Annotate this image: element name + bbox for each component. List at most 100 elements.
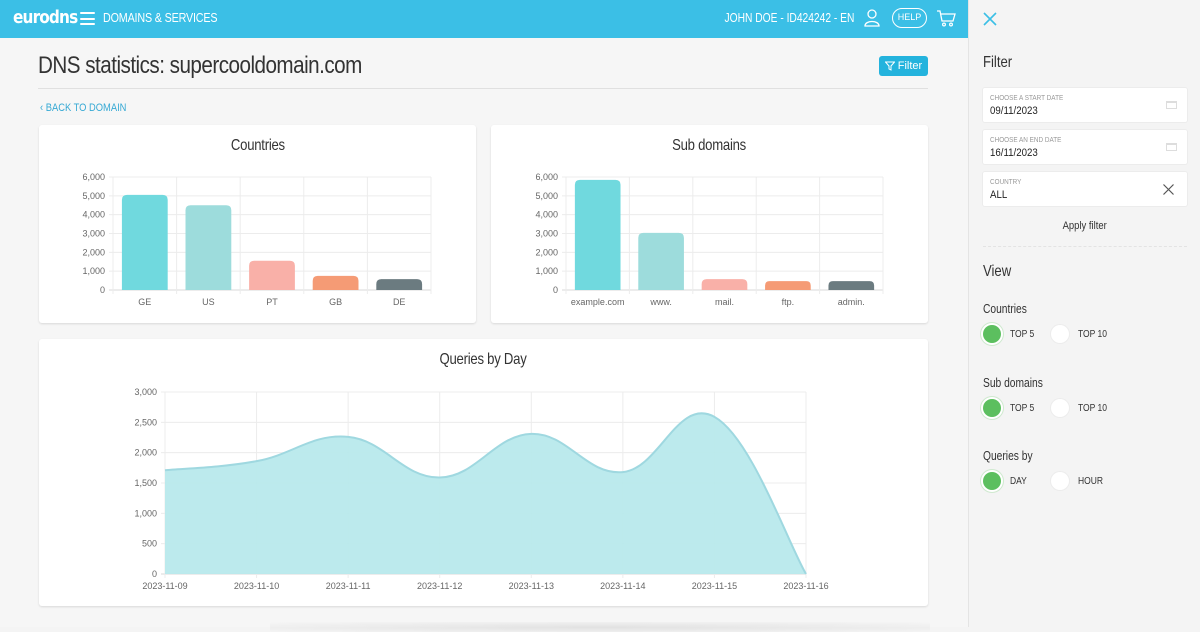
bar: [765, 281, 811, 290]
y-tick-label: 5,000: [82, 191, 105, 201]
start-date-value: 09/11/2023: [990, 105, 1038, 117]
end-date-field[interactable]: CHOOSE AN END DATE 16/11/2023: [983, 130, 1187, 164]
subdomains-bar-chart: 6,000 5,000 4,000 3,000 2,000 1,000 0 example.c…: [491, 125, 928, 323]
y-tick-label: 0: [100, 285, 105, 295]
x-tick-label: 2023-11-09: [142, 581, 187, 591]
y-tick-label: 1,000: [535, 266, 558, 276]
chevron-left-icon: ‹: [40, 102, 43, 114]
filter-heading: Filter: [983, 54, 1012, 72]
country-value: ALL: [990, 189, 1007, 201]
hamburger-icon[interactable]: [80, 12, 95, 25]
filter-side-panel: Filter CHOOSE A START DATE 09/11/2023 CH…: [968, 0, 1200, 627]
close-icon[interactable]: [983, 12, 997, 26]
y-tick-label: 2,000: [535, 247, 558, 257]
y-tick-label: 1,000: [134, 508, 157, 518]
subdomains-group-label: Sub domains: [983, 376, 1043, 390]
countries-chart-card: Countries 6,0005,0004,0003,0002,0001,000…: [39, 125, 476, 323]
x-tick-label: 2023-11-13: [509, 581, 554, 591]
country-select[interactable]: COUNTRY ALL: [983, 172, 1187, 206]
y-tick-label: 2,000: [82, 247, 105, 257]
queries-area-chart: 3,000 2,500 2,000 1,500 1,000 500 0 2023-11-09 2…: [39, 339, 928, 606]
y-tick-label: 6,000: [82, 172, 105, 182]
x-tick-label: ftp.: [782, 297, 795, 307]
x-tick-label: 2023-11-10: [234, 581, 279, 591]
help-button[interactable]: HELP: [892, 8, 927, 28]
bar: [575, 180, 621, 290]
bar: [122, 195, 168, 290]
subdomains-top10-radio[interactable]: TOP 10: [1051, 399, 1112, 417]
queries-hour-radio[interactable]: HOUR: [1051, 472, 1107, 490]
calendar-icon[interactable]: [1166, 143, 1177, 151]
x-tick-label: admin.: [838, 297, 865, 307]
filter-button-label: Filter: [898, 60, 922, 72]
y-tick-label: 3,000: [134, 387, 157, 397]
y-tick-label: 0: [152, 569, 157, 579]
country-label: COUNTRY: [990, 177, 1021, 186]
page-title: DNS statistics: supercooldomain.com: [38, 52, 362, 80]
panel-divider: [983, 246, 1187, 247]
y-tick-label: 3,000: [82, 229, 105, 239]
x-tick-label: US: [202, 297, 215, 307]
user-icon[interactable]: [864, 9, 880, 27]
countries-group-label: Countries: [983, 302, 1027, 316]
top-bar: eurodns DOMAINS & SERVICES JOHN DOE - ID…: [0, 0, 968, 38]
cart-icon[interactable]: [936, 9, 956, 27]
end-date-value: 16/11/2023: [990, 147, 1038, 159]
end-date-label: CHOOSE AN END DATE: [990, 135, 1061, 144]
subdomains-chart-card: Sub domains 6,0005,0004,0003,0002,0001,0…: [491, 125, 928, 323]
view-heading: View: [983, 263, 1011, 281]
bar: [376, 279, 422, 290]
y-tick-label: 1,000: [82, 266, 105, 276]
bar: [702, 279, 748, 290]
bar: [638, 233, 684, 290]
back-link-label: BACK TO DOMAIN: [46, 102, 127, 114]
calendar-icon[interactable]: [1166, 101, 1177, 109]
y-tick-label: 4,000: [535, 210, 558, 220]
bar: [828, 281, 874, 290]
start-date-field[interactable]: CHOOSE A START DATE 09/11/2023: [983, 88, 1187, 122]
countries-bar-chart: 6,000 5,000 4,000 3,000 2,000 1,000 0 GE US PT GB D…: [39, 125, 476, 323]
x-tick-label: 2023-11-11: [326, 581, 371, 591]
bar: [186, 205, 232, 290]
y-tick-label: 2,500: [134, 417, 157, 427]
x-tick-label: www.: [649, 297, 672, 307]
bar: [313, 276, 359, 290]
start-date-label: CHOOSE A START DATE: [990, 93, 1063, 102]
queries-chart-card: Queries by Day 3,0002,5002,0001,5001,000…: [39, 339, 928, 606]
y-tick-label: 1,500: [134, 478, 157, 488]
x-tick-label: 2023-11-15: [692, 581, 737, 591]
x-tick-label: GE: [138, 297, 151, 307]
x-tick-label: mail.: [715, 297, 734, 307]
y-tick-label: 3,000: [535, 229, 558, 239]
apply-filter-link[interactable]: Apply filter: [969, 220, 1200, 232]
filter-icon: [885, 61, 895, 71]
clear-icon[interactable]: [1163, 184, 1174, 195]
x-tick-label: example.com: [571, 297, 625, 307]
x-tick-label: GB: [329, 297, 342, 307]
bar: [249, 261, 295, 290]
countries-top10-radio[interactable]: TOP 10: [1051, 325, 1112, 343]
user-account-label[interactable]: JOHN DOE - ID424242 - EN: [724, 11, 854, 25]
x-tick-label: 2023-11-12: [417, 581, 462, 591]
y-tick-label: 500: [142, 539, 157, 549]
subdomains-top5-radio[interactable]: TOP 5: [983, 399, 1039, 417]
y-tick-label: 0: [553, 285, 558, 295]
y-tick-label: 5,000: [535, 191, 558, 201]
y-tick-label: 2,000: [134, 448, 157, 458]
queries-day-radio[interactable]: DAY: [983, 472, 1030, 490]
y-tick-label: 4,000: [82, 210, 105, 220]
y-tick-label: 6,000: [535, 172, 558, 182]
x-tick-label: DE: [393, 297, 406, 307]
domains-services-menu[interactable]: DOMAINS & SERVICES: [103, 11, 217, 25]
filter-button[interactable]: Filter: [879, 56, 928, 76]
main-content: DNS statistics: supercooldomain.com Filt…: [0, 38, 968, 627]
eurodns-logo[interactable]: eurodns: [13, 7, 77, 28]
bottom-shadow: [270, 622, 930, 632]
back-to-domain-link[interactable]: ‹ BACK TO DOMAIN: [40, 102, 126, 114]
countries-top5-radio[interactable]: TOP 5: [983, 325, 1039, 343]
queries-group-label: Queries by: [983, 449, 1033, 463]
x-tick-label: 2023-11-14: [600, 581, 645, 591]
area-fill: [165, 413, 806, 574]
x-tick-label: PT: [266, 297, 278, 307]
title-divider: [38, 88, 928, 89]
